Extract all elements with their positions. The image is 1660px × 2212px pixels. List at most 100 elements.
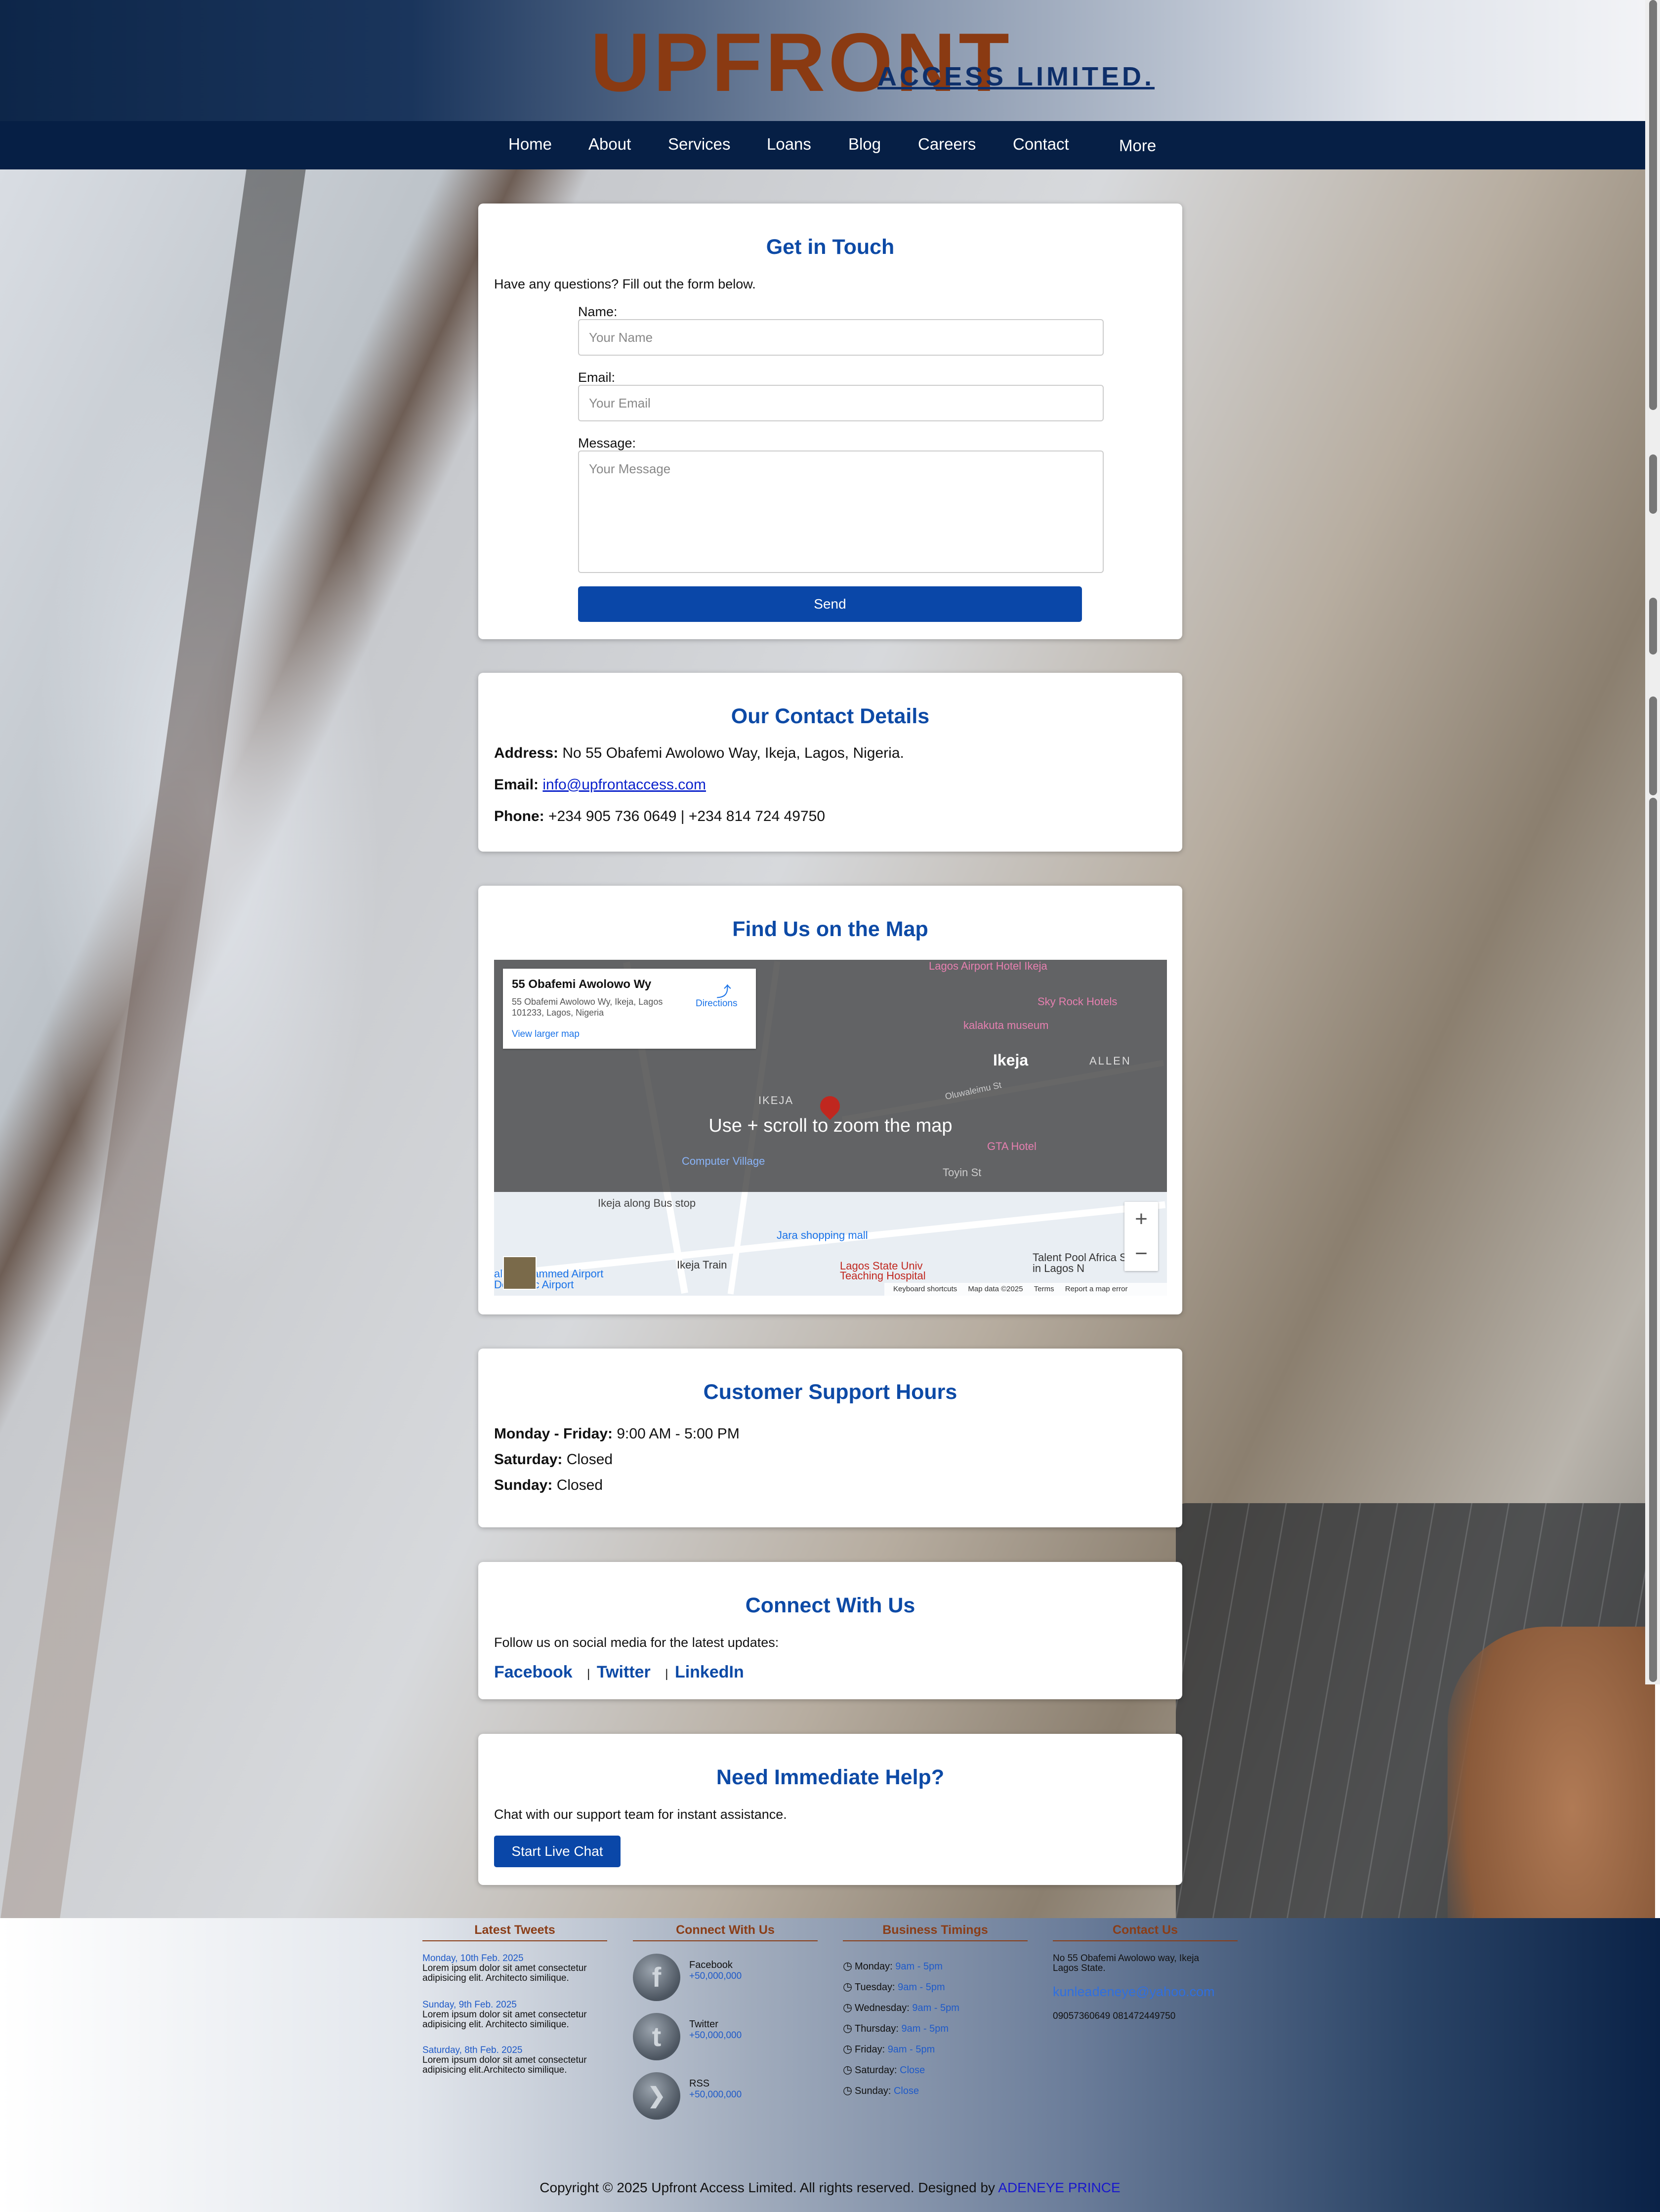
clock-icon: ◷ bbox=[843, 2063, 853, 2076]
contact-form-card: Get in Touch Have any questions? Fill ou… bbox=[478, 204, 1182, 639]
address-label: Address: bbox=[494, 745, 559, 761]
footer-address: No 55 Obafemi Awolowo way, Ikeja Lagos S… bbox=[1053, 1953, 1200, 1973]
timing-day: Wednesday: bbox=[855, 2003, 910, 2013]
nav-home[interactable]: Home bbox=[508, 135, 552, 154]
timing-row: ◷ Sunday: Close bbox=[843, 2084, 919, 2097]
nav-careers[interactable]: Careers bbox=[918, 135, 976, 154]
scrollbar-segment bbox=[1649, 798, 1657, 1682]
map-place-card: 55 Obafemi Awolowo Wy 55 Obafemi Awolowo… bbox=[503, 969, 756, 1049]
tweet-date[interactable]: Saturday, 8th Feb. 2025 bbox=[422, 2046, 607, 2055]
map-label: Lagos State Univ Teaching Hospital bbox=[840, 1260, 926, 1282]
map-label: Toyin St bbox=[943, 1166, 982, 1179]
timing-row: ◷ Tuesday: 9am - 5pm bbox=[843, 1980, 945, 1993]
timing-hours: 9am - 5pm bbox=[887, 2044, 935, 2055]
tweet-item: Sunday, 9th Feb. 2025 Lorem ipsum dolor … bbox=[422, 2000, 607, 2030]
email-placeholder: Your Email bbox=[589, 396, 651, 410]
start-live-chat-button[interactable]: Start Live Chat bbox=[494, 1836, 621, 1867]
facebook-icon[interactable]: f bbox=[633, 1954, 680, 2001]
page-scrollbar[interactable] bbox=[1645, 0, 1660, 1684]
zoom-out-button[interactable]: − bbox=[1124, 1236, 1158, 1271]
contact-details-card: Our Contact Details Address: No 55 Obafe… bbox=[478, 673, 1182, 852]
footer-email[interactable]: kunleadeneye@yahoo.com bbox=[1053, 1984, 1215, 2000]
footer-connect: Connect With Us f Facebook +50,000,000 t… bbox=[633, 1923, 818, 2120]
designer-link[interactable]: ADENEYE PRINCE bbox=[998, 2180, 1120, 2195]
hours-value: 9:00 AM - 5:00 PM bbox=[617, 1426, 740, 1442]
name-input[interactable]: Your Name bbox=[578, 319, 1104, 356]
tweet-item: Saturday, 8th Feb. 2025 Lorem ipsum dolo… bbox=[422, 2046, 607, 2075]
timing-day: Tuesday: bbox=[855, 1982, 895, 1993]
social-name[interactable]: Facebook bbox=[689, 1960, 733, 1971]
tweet-date[interactable]: Monday, 10th Feb. 2025 bbox=[422, 1954, 607, 1964]
message-label: Message: bbox=[578, 436, 636, 451]
tweet-text: Lorem ipsum dolor sit amet consectetur a… bbox=[422, 1963, 587, 1983]
clock-icon: ◷ bbox=[843, 2084, 853, 2096]
help-title: Need Immediate Help? bbox=[716, 1765, 945, 1789]
timing-day: Monday: bbox=[855, 1961, 893, 1972]
map-label: kalakuta museum bbox=[963, 1019, 1049, 1031]
twitter-icon[interactable]: t bbox=[633, 2013, 680, 2060]
rss-icon[interactable]: ❯ bbox=[633, 2072, 680, 2120]
timing-hours: 9am - 5pm bbox=[901, 2023, 949, 2034]
timings-heading: Business Timings bbox=[843, 1923, 1028, 1941]
support-hours-card: Customer Support Hours Monday - Friday: … bbox=[478, 1349, 1182, 1527]
map-label: Jara shopping mall bbox=[777, 1229, 868, 1241]
twitter-link[interactable]: Twitter bbox=[597, 1663, 651, 1681]
email-link[interactable]: info@upfrontaccess.com bbox=[542, 777, 706, 793]
map-label: Computer Village bbox=[682, 1155, 765, 1167]
social-links: Facebook | Twitter | LinkedIn bbox=[494, 1663, 744, 1682]
nav-blog[interactable]: Blog bbox=[848, 135, 881, 154]
message-textarea[interactable]: Your Message bbox=[578, 451, 1104, 573]
scrollbar-thumb[interactable] bbox=[1649, 0, 1657, 410]
clock-icon: ◷ bbox=[843, 2001, 853, 2013]
email-label-detail: Email: bbox=[494, 777, 539, 793]
satellite-toggle-icon[interactable] bbox=[503, 1256, 537, 1290]
map-title: Find Us on the Map bbox=[732, 917, 928, 941]
social-count: +50,000,000 bbox=[689, 2089, 742, 2100]
view-larger-map-link[interactable]: View larger map bbox=[512, 1029, 580, 1040]
help-card: Need Immediate Help? Chat with our suppo… bbox=[478, 1734, 1182, 1885]
nav-contact[interactable]: Contact bbox=[1013, 135, 1069, 154]
facebook-link[interactable]: Facebook bbox=[494, 1663, 573, 1681]
hours-value: Closed bbox=[556, 1477, 603, 1493]
hours-row: Monday - Friday: 9:00 AM - 5:00 PM bbox=[494, 1426, 740, 1442]
map-zoom-hint: Use + scroll to zoom the map bbox=[708, 1115, 953, 1136]
clock-icon: ◷ bbox=[843, 1960, 853, 1972]
nav-about[interactable]: About bbox=[588, 135, 631, 154]
phone-value: +234 905 736 0649 | +234 814 724 49750 bbox=[548, 808, 826, 824]
timing-day: Friday: bbox=[855, 2044, 885, 2055]
place-name: 55 Obafemi Awolowo Wy bbox=[512, 978, 652, 991]
zoom-in-button[interactable]: + bbox=[1124, 1202, 1158, 1236]
connect-card: Connect With Us Follow us on social medi… bbox=[478, 1562, 1182, 1699]
embedded-map[interactable]: Ikeja along Bus stop Jara shopping mall … bbox=[494, 960, 1167, 1296]
keyboard-shortcuts-link[interactable]: Keyboard shortcuts bbox=[893, 1285, 957, 1293]
email-label: Email: bbox=[578, 370, 616, 385]
social-name[interactable]: Twitter bbox=[689, 2019, 718, 2030]
footer-contact-heading: Contact Us bbox=[1053, 1923, 1238, 1941]
copyright: Copyright © 2025 Upfront Access Limited.… bbox=[0, 2180, 1660, 2196]
nav-loans[interactable]: Loans bbox=[767, 135, 811, 154]
footer-timings: Business Timings ◷ Monday: 9am - 5pm ◷ Tue… bbox=[843, 1923, 1028, 2096]
email-line: Email: info@upfrontaccess.com bbox=[494, 777, 706, 793]
help-intro: Chat with our support team for instant a… bbox=[494, 1807, 787, 1822]
tweet-date[interactable]: Sunday, 9th Feb. 2025 bbox=[422, 2000, 607, 2010]
send-button[interactable]: Send bbox=[578, 586, 1082, 622]
map-terms-link[interactable]: Terms bbox=[1034, 1285, 1054, 1293]
timing-day: Thursday: bbox=[855, 2023, 899, 2034]
logo-subtitle[interactable]: ACCESS LIMITED. bbox=[877, 63, 1155, 90]
separator: | bbox=[665, 1667, 668, 1680]
nav-services[interactable]: Services bbox=[668, 135, 731, 154]
contact-form-intro: Have any questions? Fill out the form be… bbox=[494, 277, 756, 291]
hours-row: Saturday: Closed bbox=[494, 1451, 613, 1468]
map-data-text: Map data ©2025 bbox=[968, 1285, 1023, 1293]
social-name[interactable]: RSS bbox=[689, 2078, 709, 2089]
email-input[interactable]: Your Email bbox=[578, 385, 1104, 421]
map-label: Ikeja Train bbox=[677, 1259, 727, 1271]
laptop-edge-decor bbox=[0, 169, 306, 1918]
nav-more[interactable]: More bbox=[1119, 136, 1156, 155]
map-label: Sky Rock Hotels bbox=[1038, 995, 1118, 1008]
linkedin-link[interactable]: LinkedIn bbox=[675, 1663, 744, 1681]
footer-connect-heading: Connect With Us bbox=[633, 1923, 818, 1941]
directions-link[interactable]: Directions bbox=[696, 998, 737, 1009]
report-map-error-link[interactable]: Report a map error bbox=[1065, 1285, 1128, 1293]
separator: | bbox=[587, 1667, 590, 1680]
